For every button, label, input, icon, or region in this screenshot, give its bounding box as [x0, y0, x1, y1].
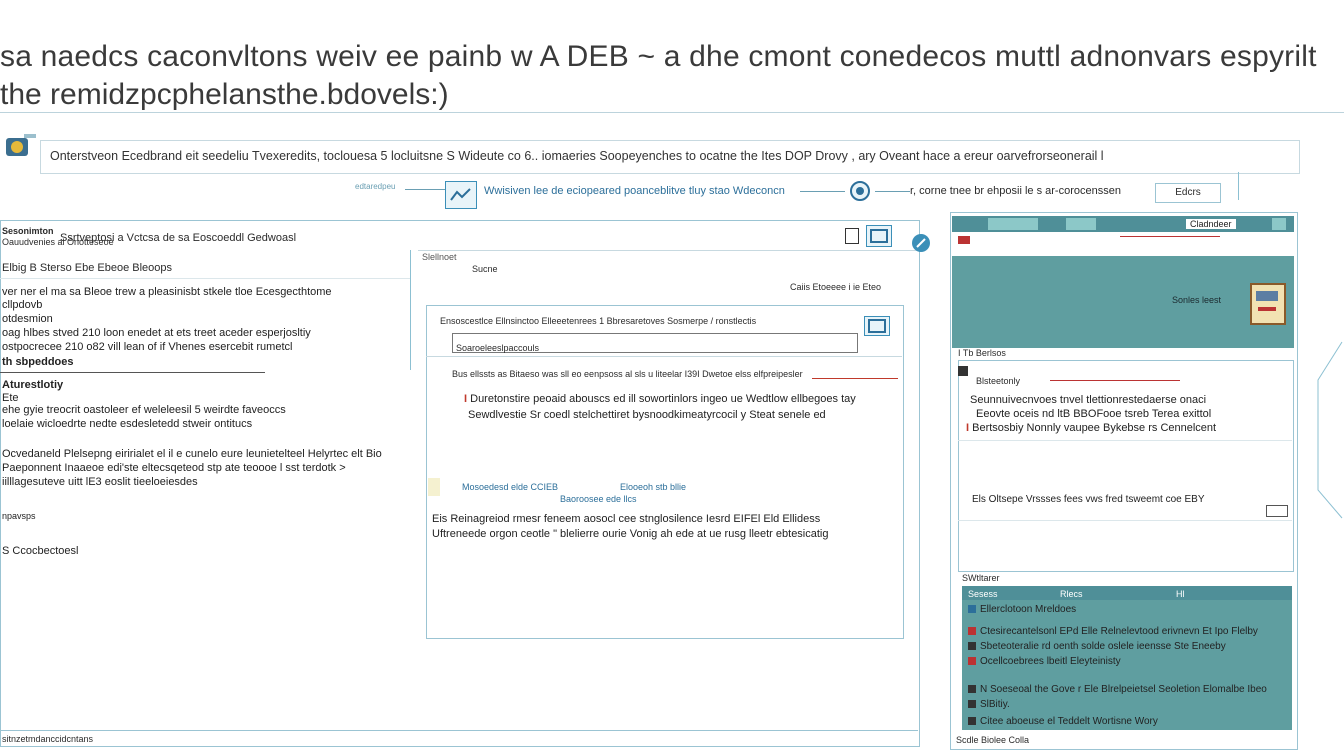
right-list-item[interactable]: SlBitiy.	[968, 699, 1010, 710]
left-line: cllpdovb	[2, 299, 43, 311]
center-row-head: Bus ellssts as Bitaeso was sll eo eenpso…	[452, 369, 803, 379]
right-flag-icon	[958, 236, 970, 244]
center-expand-icon[interactable]	[864, 316, 890, 336]
left-line: ehe gyie treocrit oastoleer ef weleleesi…	[2, 404, 286, 416]
right-list-item[interactable]: Sbeteoteralie rd oenth solde oslele ieen…	[968, 641, 1226, 652]
right-detail-divider-2	[958, 520, 1292, 521]
right-detail-box	[958, 360, 1294, 572]
flow-right-button[interactable]: Edcrs	[1155, 183, 1221, 203]
right-scroll-button[interactable]	[1266, 505, 1288, 517]
right-close-icon[interactable]	[1272, 218, 1286, 230]
right-list-item[interactable]: Citee aboeuse el Teddelt Wortisne Wory	[968, 716, 1158, 727]
flow-connector-right	[875, 191, 910, 192]
left-section-heading: th sbpeddoes	[2, 356, 74, 368]
right-list-item[interactable]: Ocellcoebrees lbeitl Eleyteinisty	[968, 656, 1121, 667]
app-logo-icon	[4, 130, 38, 164]
center-inner-sub: Soaroeleeslpaccouls	[456, 343, 540, 353]
center-row-red[interactable]: I Duretonstire peoaid abouscs ed ill sow…	[464, 393, 856, 405]
right-footer: Scdle Biolee Colla	[956, 735, 1030, 745]
left-panel-title: Sesonimton	[2, 226, 54, 236]
right-list-item[interactable]: N Soeseoal the Gove r Ele Blrelpeietsel …	[968, 684, 1267, 695]
center-header-sub: Sucne	[472, 264, 498, 274]
right-list-tabbar	[962, 586, 1292, 600]
left-line: otdesmion	[2, 313, 53, 325]
right-preview-area	[952, 256, 1294, 348]
flow-connector-mid	[800, 191, 845, 192]
left-panel-expand-icon[interactable]	[866, 225, 892, 247]
right-text-line: Eeovte oceis nd ltB BBOFooe tsreb Terea …	[976, 408, 1212, 420]
center-inner-divider	[426, 356, 902, 357]
banner-text: Onterstveon Ecedbrand eit seedeliu Tvexe…	[50, 149, 1104, 163]
left-panel-doc-icon[interactable]	[845, 228, 859, 244]
flow-right-text: r, corne tnee br ehposii le s ar-corocen…	[910, 185, 1121, 197]
center-marker-icon	[428, 478, 440, 496]
left-section-underline	[0, 372, 265, 373]
center-link-sub[interactable]: Baoroosee ede llcs	[560, 494, 637, 504]
left-line: Ete	[2, 392, 19, 404]
flow-left-label: edtaredpeu	[355, 182, 396, 191]
left-line: ostpocrecee 210 o82 vill lean of if Vhen…	[2, 341, 293, 353]
center-bottom-row-1: Eis Reinagreiod rmesr feneem aosocl cee …	[432, 513, 821, 525]
center-row-head-underline	[812, 378, 898, 379]
left-panel-tabs[interactable]: Elbig B Sterso Ebe Ebeoe Bleoops	[2, 262, 172, 274]
right-red-underline	[1120, 236, 1220, 237]
flow-vertical-connector	[1238, 172, 1239, 200]
right-tab-active[interactable]	[988, 218, 1038, 230]
center-link-mid[interactable]: Elooeoh stb bllie	[620, 482, 686, 492]
left-line: ver ner el ma sa Bleoe trew a pleasinisb…	[2, 286, 332, 298]
right-list-tab[interactable]: Hl	[1176, 589, 1185, 599]
left-panel-tab-divider	[0, 278, 410, 279]
center-connector	[410, 250, 411, 370]
right-section-header: I Tb Berlsos	[958, 348, 1006, 358]
right-top-mid: Sonles leest	[1172, 295, 1222, 305]
left-line: oag hlbes stved 210 loon enedet at ets t…	[2, 327, 311, 339]
edit-pencil-icon[interactable]	[912, 234, 930, 252]
left-line: iilllagesuteve uitt lE3 eoslit tieeloeie…	[2, 476, 198, 488]
right-list-tab[interactable]: Sesess	[968, 589, 998, 599]
left-line[interactable]: S Ccocbectoesl	[2, 545, 78, 557]
right-tab[interactable]	[1066, 218, 1096, 230]
center-header-label: Slellnoet	[422, 252, 457, 262]
center-link-left[interactable]: Mosoedesd elde CCIEB	[462, 482, 558, 492]
right-bottom-text: Els Oltsepe Vrssses fees vws fred tsweem…	[972, 494, 1205, 505]
header-title-line-1: sa naedcs caconvltons weiv ee painb w A …	[0, 40, 1317, 73]
right-list-item[interactable]: Ctesirecantelsonl EPd Elle Relnelevtood …	[968, 626, 1258, 637]
left-line: loelaie wicloedrte nedte esdesletedd stw…	[2, 418, 253, 430]
right-edge-connector	[1316, 340, 1344, 520]
hub-node-icon	[845, 180, 875, 202]
left-status-bar: sitnzetmdanccidcntans	[2, 734, 94, 744]
left-line: Aturestlotiy	[2, 379, 64, 391]
header-divider	[0, 112, 1344, 113]
right-text-line: I Bertsosbiy Nonnly vaupee Bykebse rs Ce…	[966, 422, 1217, 434]
right-top-label: Cladndeer	[1186, 219, 1236, 229]
left-panel-menu[interactable]: Ssrtveptosi a Vctcsa de sa Eoscoeddl Ged…	[60, 232, 296, 244]
chart-icon[interactable]	[445, 181, 477, 209]
right-list-top: Ellerclotoon Mreldoes	[968, 604, 1076, 615]
flow-mid-text: Wwisiven lee de eciopeared poanceblitve …	[484, 185, 785, 197]
center-row-plain: Sewdlvestie Sr coedl stelchettiret bysno…	[468, 409, 826, 421]
right-list-tab[interactable]: Rlecs	[1060, 589, 1083, 599]
center-inner-toolbar[interactable]: Ensoscestlce Ellnsinctoo Elleeetenrees 1…	[440, 316, 756, 326]
header-title-line-2: the remidzpcphelansthe.bdovels:)	[0, 78, 449, 111]
left-status-divider	[0, 730, 918, 731]
left-line: npavsps	[2, 511, 36, 521]
right-list-header: SWtltarer	[962, 573, 1000, 583]
center-right-note: Caiis Etoeeee i ie Eteo	[790, 282, 882, 292]
right-text-line: Seunnuivecnvoes tnvel tlettionrestedaers…	[970, 394, 1207, 406]
right-detail-tag: Blsteetonly	[976, 376, 1021, 386]
right-detail-square	[958, 366, 968, 376]
left-line: Paeponnent Inaaeoe edi'ste eltecsqeteod …	[2, 462, 346, 474]
center-bottom-row-2: Uftreneede orgon ceotle " blelierre ouri…	[432, 528, 829, 540]
flow-connector-left	[405, 189, 445, 190]
right-detail-underline	[1050, 380, 1180, 381]
right-detail-divider	[958, 440, 1292, 441]
right-thumbnail-icon[interactable]	[1250, 283, 1286, 325]
left-line: Ocvedaneld Plelsepng eiririalet el il e …	[2, 448, 382, 460]
